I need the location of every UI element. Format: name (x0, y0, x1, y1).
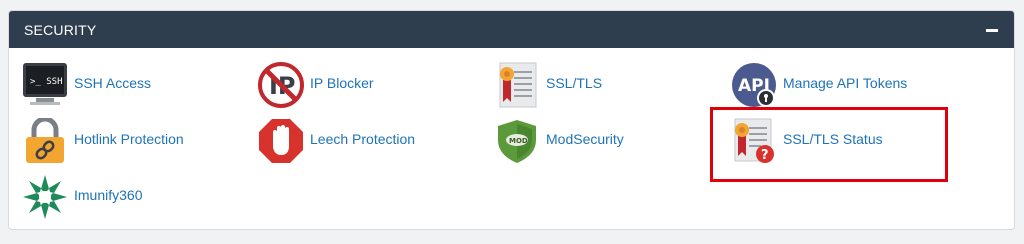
leech-protection-link[interactable]: Leech Protection (258, 118, 458, 164)
item-label: Hotlink Protection (74, 131, 184, 147)
panel-header: SECURITY (9, 11, 1014, 48)
item-label: ModSecurity (546, 131, 624, 147)
item-label: Manage API Tokens (783, 75, 908, 91)
modsecurity-link[interactable]: MOD ModSecurity (494, 118, 694, 164)
item-label: SSL/TLS (546, 75, 603, 91)
manage-api-tokens-link[interactable]: API Manage API Tokens (731, 62, 961, 108)
svg-text:>_ SSH: >_ SSH (30, 77, 63, 87)
ssl-tls-link[interactable]: SSL/TLS (494, 62, 694, 108)
ip-blocker-icon: IP (258, 62, 304, 108)
panel-title: SECURITY (24, 22, 97, 38)
stop-hand-icon (258, 118, 304, 164)
item-label: Imunify360 (74, 187, 143, 203)
ssh-access-link[interactable]: >_ SSH SSH Access (22, 62, 222, 108)
padlock-link-icon (22, 118, 68, 164)
imunify360-link[interactable]: Imunify360 (22, 174, 222, 220)
ip-blocker-link[interactable]: IP IP Blocker (258, 62, 458, 108)
item-label: Leech Protection (310, 131, 416, 147)
item-label: SSH Access (74, 75, 152, 91)
api-token-icon: API (731, 62, 777, 108)
svg-text:MOD: MOD (509, 137, 528, 145)
mod-shield-icon: MOD (494, 118, 540, 164)
hotlink-protection-link[interactable]: Hotlink Protection (22, 118, 222, 164)
imunify-star-icon (22, 174, 68, 220)
certificate-icon (494, 62, 540, 108)
collapse-button[interactable] (984, 22, 1000, 38)
item-label: IP Blocker (310, 75, 374, 91)
terminal-icon: >_ SSH (22, 62, 68, 108)
highlight-box (710, 107, 948, 182)
